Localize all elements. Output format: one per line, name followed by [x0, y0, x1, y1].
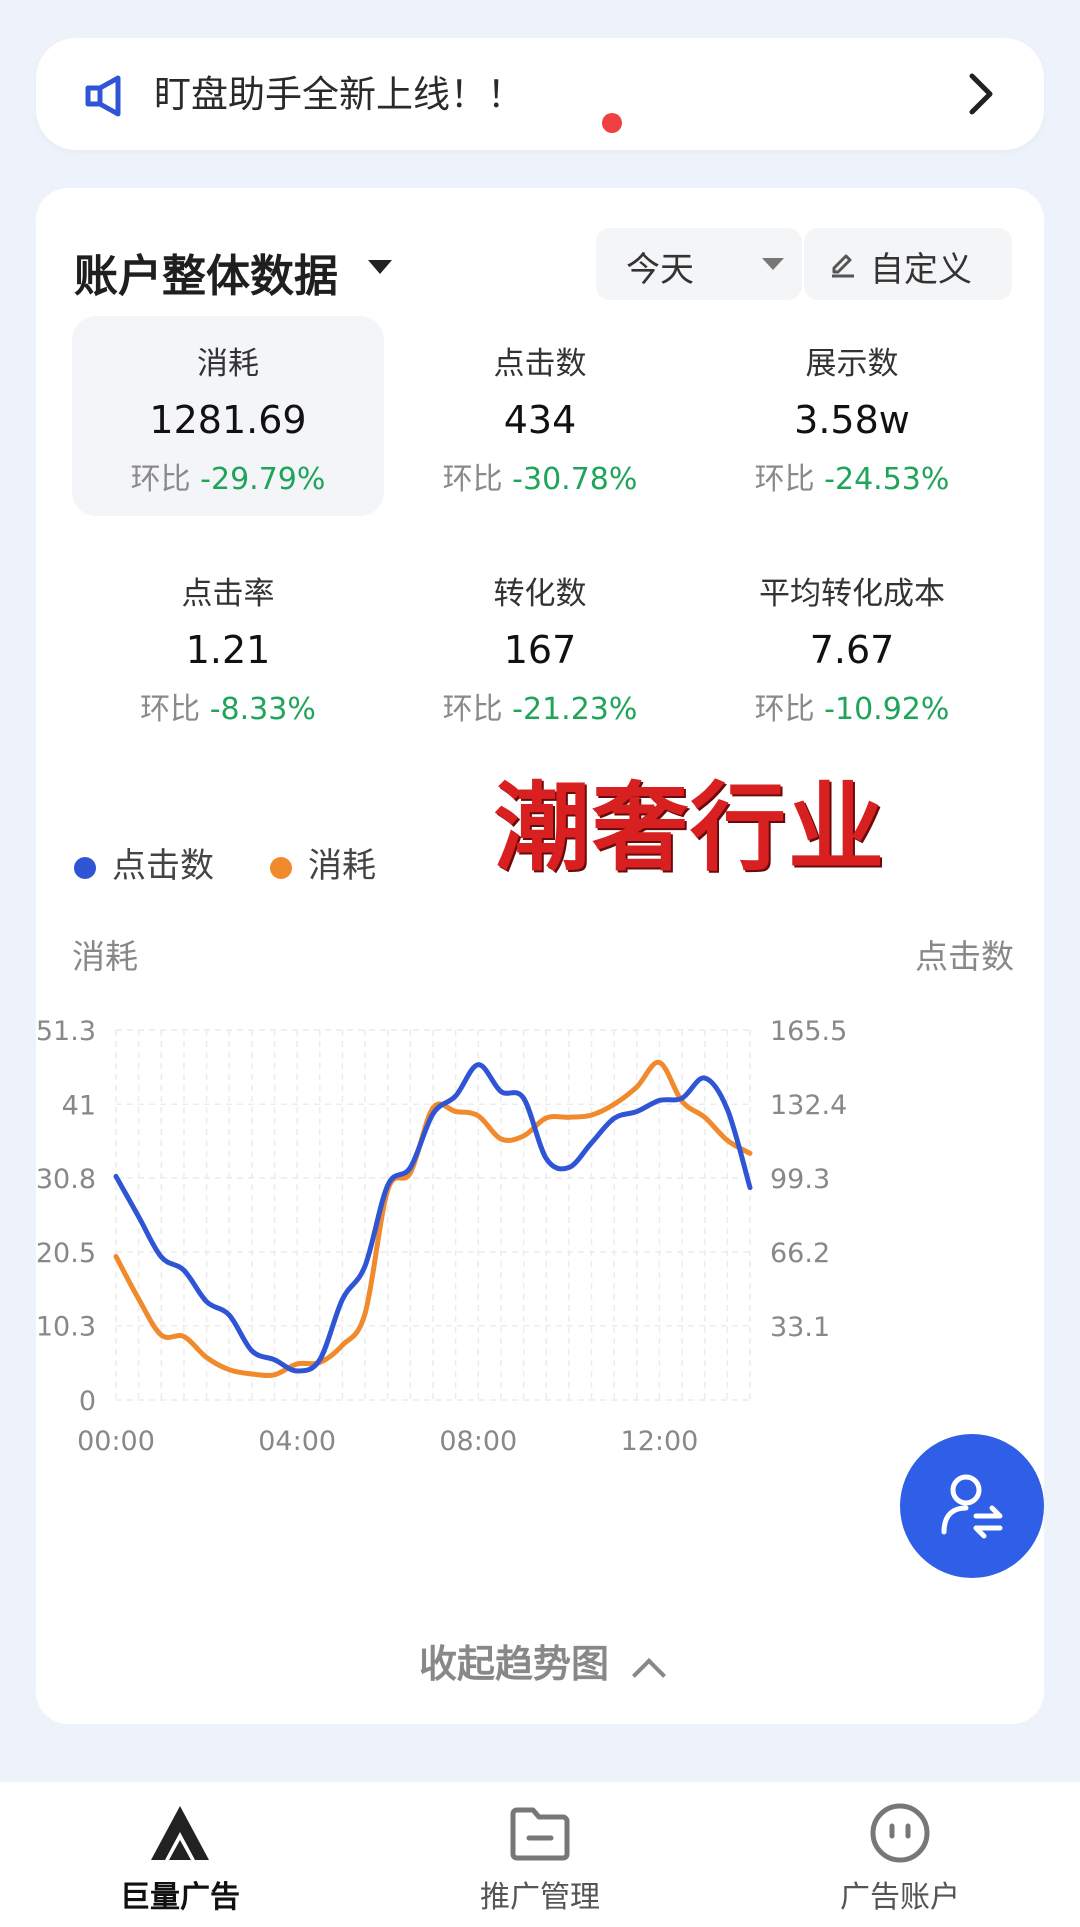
metric-label: 点击数 — [493, 346, 587, 382]
folder-icon — [510, 1807, 570, 1861]
metric-value: 1281.69 — [149, 398, 307, 442]
date-filter-label: 今天 — [626, 250, 694, 290]
tab-promotion-management[interactable]: 推广管理 — [360, 1782, 720, 1927]
metric-label: 展示数 — [805, 346, 899, 382]
user-switch-icon — [941, 1474, 1003, 1539]
card-title[interactable]: 账户整体数据 — [74, 240, 338, 304]
legend-dot — [270, 856, 292, 879]
tab-ad-account[interactable]: 广告账户 — [720, 1782, 1080, 1927]
caret-down-icon[interactable] — [368, 260, 392, 274]
metric-change: 环比 -29.79% — [130, 462, 326, 497]
right-tick-label: 33.1 — [770, 1312, 830, 1343]
unread-dot — [602, 113, 622, 133]
switch-account-fab[interactable] — [900, 1434, 1044, 1578]
announcement-bar[interactable]: 盯盘助手全新上线！！ — [36, 38, 1044, 150]
x-tick-label: 00:00 — [77, 1426, 155, 1457]
legend-item-clicks[interactable]: 点击数 — [74, 838, 214, 887]
metric-label: 转化数 — [493, 576, 587, 612]
left-tick-label: 0 — [79, 1386, 96, 1417]
bottom-tab-bar: 巨量广告 推广管理 广告账户 — [0, 1782, 1080, 1927]
metric-change: 环比 -10.92% — [754, 692, 950, 727]
megaphone-icon — [85, 75, 121, 117]
metric-clicks[interactable]: 点击数 434 环比 -30.78% — [384, 316, 696, 516]
industry-stamp: 潮奢行业 — [494, 772, 886, 884]
metric-value: 7.67 — [809, 628, 895, 672]
metric-label: 点击率 — [181, 576, 275, 612]
metric-label: 消耗 — [197, 346, 259, 382]
right-axis-title: 点击数 — [915, 937, 1014, 976]
metric-value: 3.58w — [794, 398, 910, 442]
legend-item-cost[interactable]: 消耗 — [270, 838, 376, 887]
x-tick-label: 08:00 — [439, 1426, 517, 1457]
collapse-trend-button[interactable]: 收起趋势图 — [36, 1633, 1044, 1692]
account-overview-card: 账户整体数据 今天 自定义 消耗 1281.69 环比 -29.79% 点击数 … — [36, 188, 1044, 1724]
trend-chart: 51.3 41 30.8 20.5 10.3 0 165.5 132.4 99.3 66.2 33.… — [36, 1016, 847, 1457]
tab-label: 广告账户 — [840, 1880, 960, 1915]
brand-logo-icon — [151, 1806, 209, 1860]
right-tick-label: 66.2 — [770, 1238, 830, 1269]
metric-cost[interactable]: 消耗 1281.69 环比 -29.79% — [72, 316, 384, 516]
announcement-text: 盯盘助手全新上线！！ — [154, 73, 524, 116]
metric-impressions[interactable]: 展示数 3.58w 环比 -24.53% — [696, 316, 1008, 516]
metric-avg-conversion-cost[interactable]: 平均转化成本 7.67 环比 -10.92% — [696, 546, 1008, 746]
metric-value: 1.21 — [185, 628, 271, 672]
right-tick-label: 132.4 — [770, 1090, 847, 1121]
right-tick-label: 165.5 — [770, 1016, 847, 1047]
customize-button[interactable]: 自定义 — [804, 228, 1012, 300]
edit-icon — [832, 254, 854, 278]
customize-label: 自定义 — [870, 250, 972, 290]
metric-value: 167 — [503, 628, 577, 672]
tab-ocean-ads[interactable]: 巨量广告 — [0, 1782, 360, 1927]
left-tick-label: 10.3 — [36, 1312, 96, 1343]
metric-label: 平均转化成本 — [759, 576, 945, 612]
left-tick-label: 30.8 — [36, 1164, 96, 1195]
metric-conversions[interactable]: 转化数 167 环比 -21.23% — [384, 546, 696, 746]
caret-down-icon — [762, 258, 784, 270]
right-tick-label: 99.3 — [770, 1164, 830, 1195]
metric-change: 环比 -21.23% — [442, 692, 638, 727]
left-tick-label: 41 — [62, 1090, 96, 1121]
metric-ctr[interactable]: 点击率 1.21 环比 -8.33% — [72, 546, 384, 746]
left-tick-label: 51.3 — [36, 1016, 96, 1047]
left-tick-label: 20.5 — [36, 1238, 96, 1269]
x-tick-label: 04:00 — [258, 1426, 336, 1457]
metric-change: 环比 -30.78% — [442, 462, 638, 497]
metric-value: 434 — [503, 398, 577, 442]
x-tick-label: 12:00 — [621, 1426, 699, 1457]
chevron-right-icon[interactable] — [966, 72, 996, 116]
account-face-icon — [870, 1803, 930, 1863]
metric-change: 环比 -8.33% — [140, 692, 316, 727]
chevron-up-icon — [632, 1657, 666, 1692]
metric-change: 环比 -24.53% — [754, 462, 950, 497]
tab-label: 巨量广告 — [120, 1880, 240, 1915]
legend-dot — [74, 856, 96, 879]
left-axis-title: 消耗 — [72, 937, 138, 976]
tab-label: 推广管理 — [480, 1880, 600, 1915]
date-filter-dropdown[interactable]: 今天 — [596, 228, 802, 300]
